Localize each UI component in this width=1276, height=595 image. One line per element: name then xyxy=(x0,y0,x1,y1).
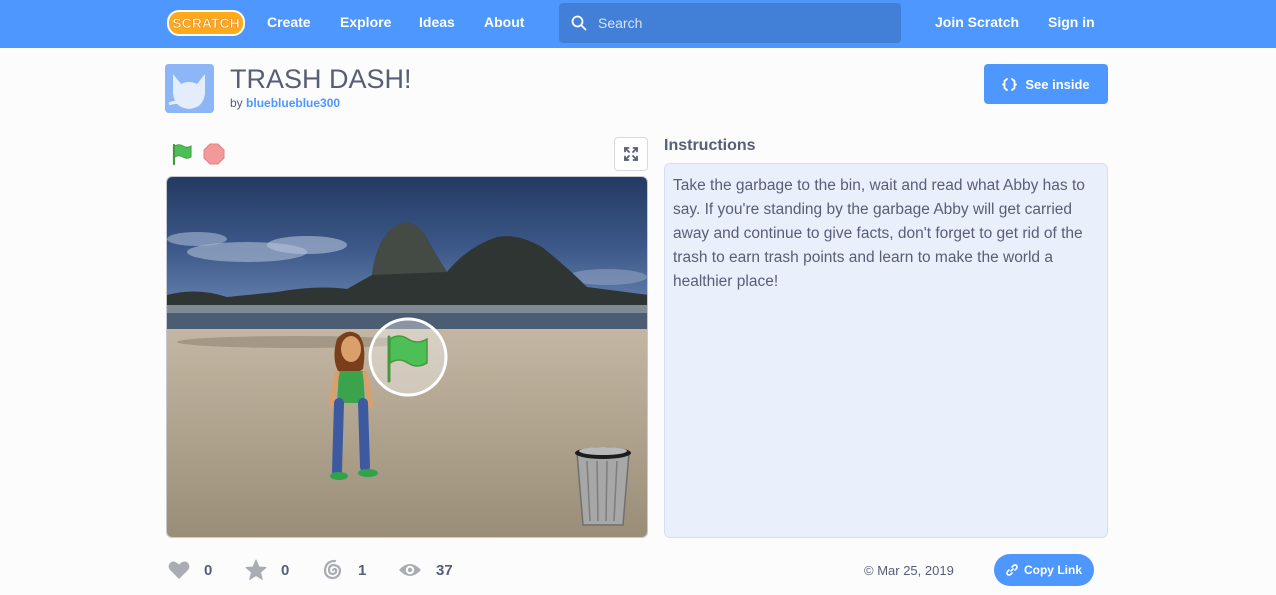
copy-link-label: Copy Link xyxy=(1023,563,1082,577)
nav-create-link[interactable]: Create xyxy=(267,14,311,30)
favorite-count: 0 xyxy=(281,561,290,579)
top-nav-bar: SCRATCH Create Explore Ideas About Join … xyxy=(0,0,1276,48)
remix-icon xyxy=(323,559,342,580)
play-overlay-button[interactable] xyxy=(368,317,448,397)
search-icon xyxy=(571,15,587,31)
project-byline: by blueblueblue300 xyxy=(230,96,340,110)
remix-stat[interactable]: 1 xyxy=(322,558,366,582)
stage-scene xyxy=(167,177,647,537)
love-count: 0 xyxy=(204,561,213,579)
nav-explore-link[interactable]: Explore xyxy=(340,14,391,30)
stop-icon xyxy=(203,143,225,165)
scratch-logo[interactable]: SCRATCH xyxy=(167,9,245,37)
see-inside-button[interactable]: See inside xyxy=(984,64,1108,104)
share-date: © Mar 25, 2019 xyxy=(864,563,954,578)
views-stat: 37 xyxy=(398,558,453,582)
by-prefix: by xyxy=(230,96,243,110)
search-box[interactable] xyxy=(559,3,901,43)
green-flag-button[interactable] xyxy=(170,142,194,166)
eye-icon xyxy=(399,564,421,576)
star-icon xyxy=(245,559,267,580)
nav-about-link[interactable]: About xyxy=(484,14,524,30)
instructions-heading: Instructions xyxy=(664,137,756,154)
stop-button[interactable] xyxy=(203,143,225,165)
nav-ideas-link[interactable]: Ideas xyxy=(419,14,455,30)
link-icon xyxy=(1006,564,1018,576)
sign-in-link[interactable]: Sign in xyxy=(1048,14,1095,30)
author-link[interactable]: blueblueblue300 xyxy=(246,96,340,110)
fullscreen-button[interactable] xyxy=(614,137,648,171)
author-avatar[interactable] xyxy=(165,64,214,113)
see-inside-icon xyxy=(1002,77,1018,91)
instructions-text: Take the garbage to the bin, wait and re… xyxy=(664,163,1108,538)
svg-text:SCRATCH: SCRATCH xyxy=(172,15,239,31)
project-stage[interactable] xyxy=(166,176,648,538)
views-count: 37 xyxy=(436,561,453,579)
green-flag-icon xyxy=(172,143,192,166)
remix-count: 1 xyxy=(358,561,367,579)
search-input[interactable] xyxy=(598,13,888,33)
copy-link-button[interactable]: Copy Link xyxy=(994,554,1094,586)
join-scratch-link[interactable]: Join Scratch xyxy=(935,14,1019,30)
love-stat[interactable]: 0 xyxy=(168,558,212,582)
heart-icon xyxy=(168,561,190,579)
favorite-stat[interactable]: 0 xyxy=(245,558,289,582)
see-inside-label: See inside xyxy=(1025,76,1090,92)
fullscreen-icon xyxy=(624,147,638,161)
project-title: TRASH DASH! xyxy=(230,64,412,94)
